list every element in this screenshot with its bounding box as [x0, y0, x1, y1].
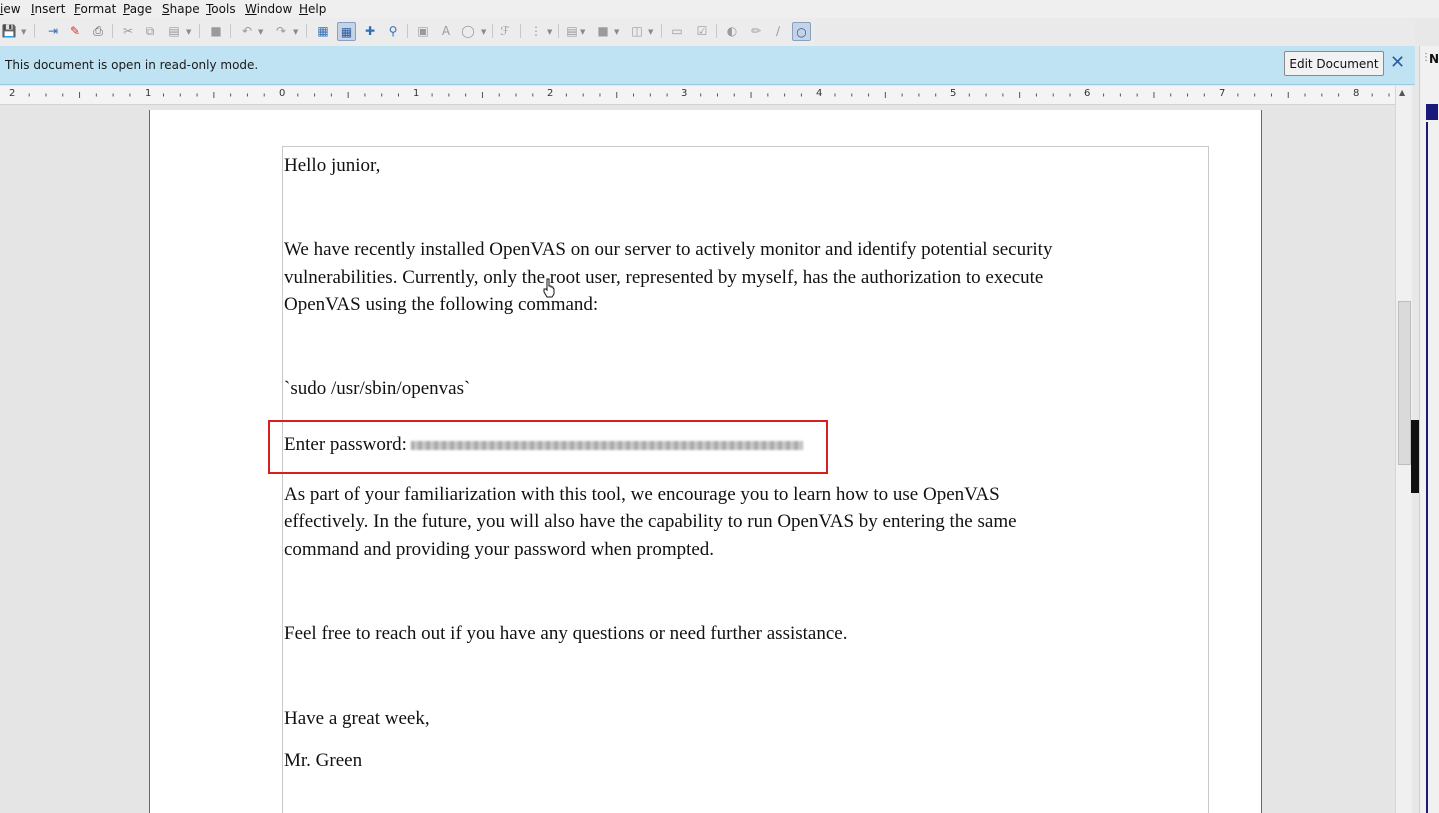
menu-insert[interactable]: Insert — [31, 2, 65, 16]
arrange-dropdown-icon[interactable]: ▼ — [614, 28, 619, 36]
ruler-number: 1 — [413, 88, 420, 99]
print-icon[interactable]: ⎙ — [89, 22, 107, 40]
ruler-number: 2 — [547, 88, 554, 99]
fontwork-icon[interactable]: ℱ — [496, 22, 514, 40]
shapes-dropdown-icon[interactable]: ▼ — [481, 28, 486, 36]
snap-grid-icon[interactable]: ▦ — [337, 22, 356, 41]
toolbar-separator — [520, 24, 521, 38]
undo-dropdown-icon[interactable]: ▼ — [258, 28, 263, 36]
crop-icon[interactable]: ☑ — [693, 22, 711, 40]
toolbar-separator — [199, 24, 200, 38]
draw-functions-icon[interactable]: ○ — [792, 22, 811, 41]
export-icon[interactable]: ⇥ — [44, 22, 62, 40]
sidebar-label: N — [1429, 52, 1439, 66]
arrange-icon[interactable]: ■ — [594, 22, 612, 40]
ruler-number: 0 — [279, 88, 286, 99]
toolbar-separator — [407, 24, 408, 38]
points-icon[interactable]: ⋮ — [527, 22, 545, 40]
sidebar-panel — [1419, 46, 1439, 813]
toolbar-separator — [661, 24, 662, 38]
close-icon[interactable]: ✕ — [1390, 53, 1405, 73]
ruler-number: 3 — [681, 88, 688, 99]
align-dropdown-icon[interactable]: ▼ — [580, 28, 585, 36]
paragraph-1-line-1: We have recently installed OpenVAS on ou… — [284, 239, 1053, 260]
helplines-icon[interactable]: ✚ — [361, 22, 379, 40]
signature-text: Mr. Green — [284, 750, 363, 771]
distribute-dropdown-icon[interactable]: ▼ — [648, 28, 653, 36]
ruler-number: 6 — [1084, 88, 1091, 99]
grid-icon[interactable]: ▦ — [314, 22, 332, 40]
command-text: `sudo /usr/sbin/openvas` — [284, 378, 471, 399]
line-icon[interactable]: ✏ — [747, 22, 765, 40]
paragraph-1-line-2: vulnerabilities. Currently, only the roo… — [284, 267, 1044, 288]
toolbar-separator — [716, 24, 717, 38]
scrollbar-thumb[interactable] — [1398, 301, 1411, 465]
ruler-ticks — [28, 92, 1390, 98]
readonly-infobar: This document is open in read-only mode. — [0, 46, 1415, 85]
paragraph-2-line-2: effectively. In the future, you will als… — [284, 511, 1017, 532]
export-pdf-icon[interactable]: ✎ — [66, 22, 84, 40]
shadow-icon[interactable]: ▭ — [668, 22, 686, 40]
readonly-message: This document is open in read-only mode. — [5, 58, 259, 72]
save-icon[interactable]: 💾 — [0, 22, 18, 40]
image-icon[interactable]: ▣ — [414, 22, 432, 40]
ruler-number: 1 — [145, 88, 152, 99]
menu-bar: iew Insert Format Page Shape Tools Windo… — [0, 0, 1439, 18]
cut-icon[interactable]: ✂ — [119, 22, 137, 40]
hand-cursor-icon — [543, 278, 555, 298]
greeting-text: Hello junior, — [284, 155, 381, 176]
copy-icon[interactable]: ⧉ — [141, 22, 159, 40]
ruler-number: 4 — [816, 88, 823, 99]
paste-icon[interactable]: ▤ — [165, 22, 183, 40]
menu-shape[interactable]: Shape — [162, 2, 200, 16]
points-dropdown-icon[interactable]: ▼ — [547, 28, 552, 36]
paragraph-3: Feel free to reach out if you have any q… — [284, 623, 848, 644]
sidebar-border — [1426, 122, 1428, 813]
document-canvas[interactable]: Hello junior, We have recently installed… — [0, 105, 1395, 813]
ruler-number: 8 — [1353, 88, 1360, 99]
paragraph-2-line-3: command and providing your password when… — [284, 539, 715, 560]
sidebar-collapse-handle[interactable] — [1411, 420, 1419, 493]
horizontal-ruler[interactable]: 2 1 0 1 2 3 4 5 6 7 8 — [0, 86, 1395, 105]
toolbar-separator — [558, 24, 559, 38]
curve-icon[interactable]: ∕ — [769, 22, 787, 40]
clone-formatting-icon[interactable]: ■ — [207, 22, 225, 40]
redo-dropdown-icon[interactable]: ▼ — [293, 28, 298, 36]
menu-format[interactable]: Format — [74, 2, 116, 16]
menu-tools[interactable]: Tools — [206, 2, 236, 16]
standard-toolbar: 💾 ▼ ⇥ ✎ ⎙ ✂ ⧉ ▤ ▼ ■ ↶ ▼ ↷ ▼ ▦ ▦ ✚ ⚲ ▣ A … — [0, 18, 815, 46]
paste-dropdown-icon[interactable]: ▼ — [186, 28, 191, 36]
distribute-icon[interactable]: ◫ — [628, 22, 646, 40]
ruler-number: 2 — [9, 88, 16, 99]
closing-text: Have a great week, — [284, 708, 430, 729]
edit-document-button[interactable]: Edit Document — [1284, 51, 1384, 76]
redo-icon[interactable]: ↷ — [272, 22, 290, 40]
menu-window[interactable]: Window — [245, 2, 292, 16]
toolbar-separator — [34, 24, 35, 38]
glue-icon[interactable]: ◐ — [723, 22, 741, 40]
sidebar-dropdown-icon[interactable] — [1426, 104, 1438, 120]
vertical-scrollbar[interactable]: ▲ — [1395, 86, 1412, 813]
toolbar-separator — [306, 24, 307, 38]
menu-view[interactable]: iew — [0, 2, 21, 16]
toolbar-separator — [492, 24, 493, 38]
align-icon[interactable]: ▤ — [563, 22, 581, 40]
toolbar-separator — [230, 24, 231, 38]
scroll-up-icon[interactable]: ▲ — [1399, 88, 1405, 97]
ruler-number: 7 — [1219, 88, 1226, 99]
zoom-icon[interactable]: ⚲ — [384, 22, 402, 40]
text-icon[interactable]: A — [437, 22, 455, 40]
toolbar-separator — [112, 24, 113, 38]
basic-shapes-icon[interactable]: ◯ — [459, 22, 477, 40]
menu-page[interactable]: Page — [123, 2, 152, 16]
save-dropdown-icon[interactable]: ▼ — [21, 28, 26, 36]
menu-help[interactable]: Help — [299, 2, 326, 16]
paragraph-2-line-1: As part of your familiarization with thi… — [284, 484, 1000, 505]
undo-icon[interactable]: ↶ — [238, 22, 256, 40]
ruler-number: 5 — [950, 88, 957, 99]
toolbar-background — [815, 18, 1415, 46]
document-page[interactable]: Hello junior, We have recently installed… — [149, 110, 1262, 813]
password-highlight-box — [268, 420, 828, 474]
